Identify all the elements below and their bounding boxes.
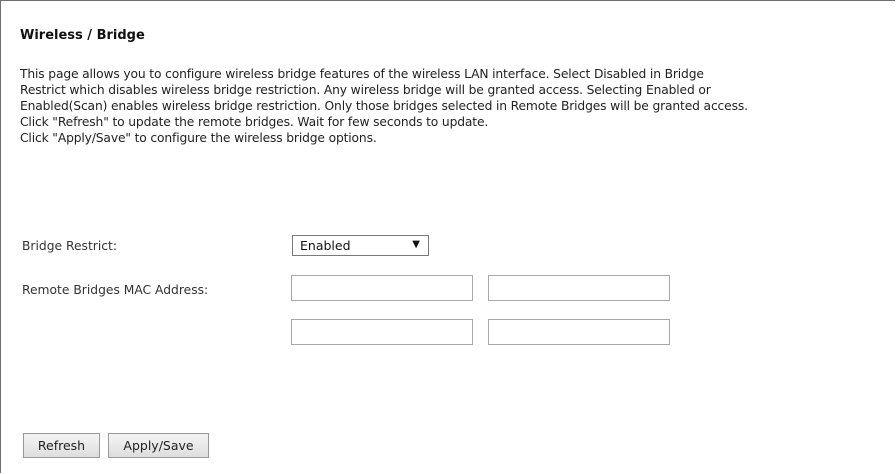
description-line: Enabled(Scan) enables wireless bridge re… [20, 99, 748, 113]
remote-bridge-mac-input-1[interactable] [291, 275, 473, 301]
remote-bridge-mac-input-2[interactable] [488, 275, 670, 301]
remote-bridges-mac-label: Remote Bridges MAC Address: [22, 283, 209, 297]
description-line: Restrict which disables wireless bridge … [20, 83, 711, 97]
description-line: Click "Refresh" to update the remote bri… [20, 115, 489, 129]
remote-bridge-mac-input-4[interactable] [488, 319, 670, 345]
dropdown-arrow-icon: ▼ [412, 239, 420, 250]
description-line: This page allows you to configure wirele… [20, 67, 704, 81]
bridge-restrict-label: Bridge Restrict: [22, 239, 117, 253]
bridge-restrict-value: Enabled [300, 238, 351, 253]
page-description: This page allows you to configure wirele… [20, 66, 896, 146]
description-line: Click "Apply/Save" to configure the wire… [20, 131, 377, 145]
refresh-button[interactable]: Refresh [23, 433, 100, 458]
remote-bridge-mac-input-3[interactable] [291, 319, 473, 345]
page-title: Wireless / Bridge [20, 28, 145, 43]
bridge-restrict-select[interactable]: Enabled ▼ [292, 235, 429, 256]
apply-save-button[interactable]: Apply/Save [108, 433, 209, 458]
